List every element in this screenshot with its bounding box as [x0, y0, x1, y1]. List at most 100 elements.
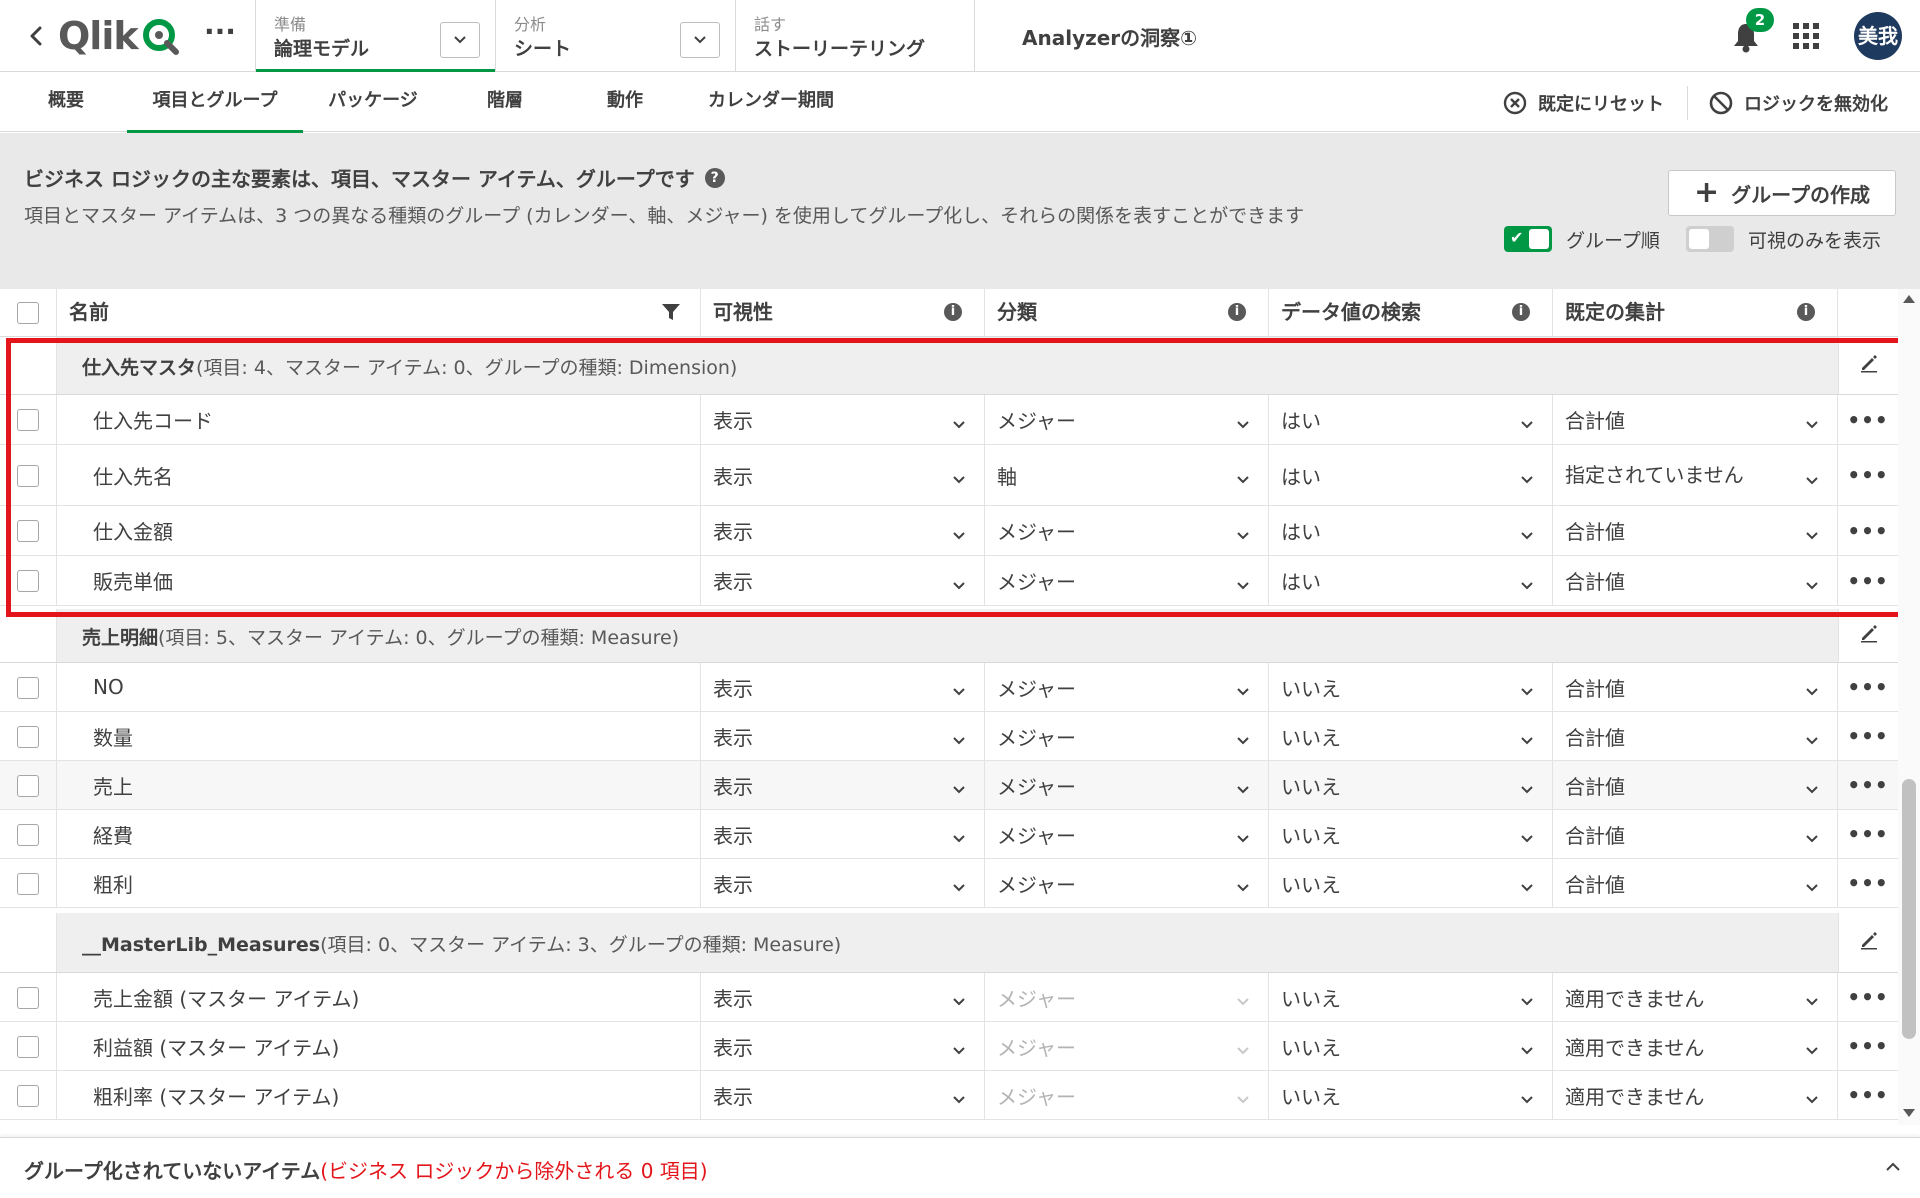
visibility-select[interactable]: 表示: [701, 663, 985, 711]
aggregation-select[interactable]: 合計値: [1553, 663, 1838, 711]
search-select[interactable]: いいえ: [1269, 859, 1553, 907]
visibility-select[interactable]: 表示: [701, 712, 985, 760]
edit-group-button[interactable]: [1838, 913, 1898, 972]
nav-analyze[interactable]: 分析 シート: [495, 0, 735, 72]
tab-hierarchy[interactable]: 階層: [460, 72, 550, 132]
app-grid-icon[interactable]: [1792, 22, 1820, 50]
row-more-button[interactable]: •••: [1838, 973, 1898, 1021]
category-select[interactable]: メジャー: [985, 506, 1269, 555]
more-menu-icon[interactable]: ···: [204, 18, 236, 50]
row-more-button[interactable]: •••: [1838, 395, 1898, 444]
visibility-select[interactable]: 表示: [701, 810, 985, 858]
row-more-button[interactable]: •••: [1838, 506, 1898, 555]
row-checkbox[interactable]: [17, 726, 39, 748]
nav-prepare-dropdown[interactable]: [440, 22, 480, 58]
edit-group-button[interactable]: [1838, 609, 1898, 662]
visibility-select[interactable]: 表示: [701, 445, 985, 505]
nav-narrate[interactable]: 話す ストーリーテリング: [735, 0, 975, 72]
row-checkbox[interactable]: [17, 775, 39, 797]
qlik-logo[interactable]: Qlik: [58, 10, 180, 62]
aggregation-select[interactable]: 合計値: [1553, 859, 1838, 907]
row-checkbox[interactable]: [17, 570, 39, 592]
search-select[interactable]: いいえ: [1269, 761, 1553, 809]
row-checkbox[interactable]: [17, 824, 39, 846]
category-select[interactable]: メジャー: [985, 663, 1269, 711]
visibility-select[interactable]: 表示: [701, 973, 985, 1021]
tab-calendar-periods[interactable]: カレンダー期間: [696, 72, 846, 132]
search-select[interactable]: いいえ: [1269, 1071, 1553, 1119]
row-more-button[interactable]: •••: [1838, 445, 1898, 505]
search-select[interactable]: いいえ: [1269, 712, 1553, 760]
scroll-up-arrow-icon[interactable]: [1903, 295, 1915, 303]
group-row[interactable]: 仕入先マスタ(項目: 4、マスター アイテム: 0、グループの種類: Dimen…: [0, 337, 1898, 395]
row-more-button[interactable]: •••: [1838, 663, 1898, 711]
aggregation-select[interactable]: 合計値: [1553, 810, 1838, 858]
group-row[interactable]: 売上明細(項目: 5、マスター アイテム: 0、グループの種類: Measure…: [0, 609, 1898, 663]
help-icon[interactable]: ?: [704, 167, 725, 188]
aggregation-select[interactable]: 合計値: [1553, 506, 1838, 555]
category-select[interactable]: メジャー: [985, 712, 1269, 760]
aggregation-select[interactable]: 適用できません: [1553, 973, 1838, 1021]
category-select[interactable]: メジャー: [985, 761, 1269, 809]
aggregation-select[interactable]: 指定されていません: [1553, 445, 1838, 505]
category-select[interactable]: 軸: [985, 445, 1269, 505]
search-select[interactable]: いいえ: [1269, 663, 1553, 711]
row-checkbox[interactable]: [17, 1036, 39, 1058]
edit-group-button[interactable]: [1838, 337, 1898, 394]
row-checkbox[interactable]: [17, 677, 39, 699]
disable-logic-button[interactable]: ロジックを無効化: [1708, 86, 1888, 120]
tab-overview[interactable]: 概要: [26, 72, 106, 132]
chevron-up-icon[interactable]: [1884, 1158, 1902, 1176]
row-more-button[interactable]: •••: [1838, 712, 1898, 760]
tab-behavior[interactable]: 動作: [580, 72, 670, 132]
search-select[interactable]: いいえ: [1269, 973, 1553, 1021]
category-select[interactable]: メジャー: [985, 556, 1269, 605]
search-select[interactable]: はい: [1269, 506, 1553, 555]
visible-only-toggle[interactable]: 可視のみを表示: [1686, 225, 1881, 253]
search-select[interactable]: いいえ: [1269, 1022, 1553, 1070]
create-group-button[interactable]: + グループの作成: [1668, 170, 1896, 216]
category-select[interactable]: メジャー: [985, 810, 1269, 858]
row-more-button[interactable]: •••: [1838, 1022, 1898, 1070]
reset-to-default-button[interactable]: 既定にリセット: [1502, 86, 1664, 120]
group-order-toggle[interactable]: ✔ グループ順: [1504, 225, 1660, 253]
search-select[interactable]: はい: [1269, 556, 1553, 605]
row-checkbox[interactable]: [17, 1085, 39, 1107]
ungrouped-items-bar[interactable]: グループ化されていないアイテム(ビジネス ロジックから除外される 0 項目): [0, 1137, 1920, 1198]
nav-analyze-dropdown[interactable]: [680, 22, 720, 58]
row-more-button[interactable]: •••: [1838, 1071, 1898, 1119]
visibility-select[interactable]: 表示: [701, 761, 985, 809]
visibility-select[interactable]: 表示: [701, 395, 985, 444]
category-select[interactable]: メジャー: [985, 859, 1269, 907]
info-icon[interactable]: i: [1228, 303, 1246, 321]
select-all-checkbox[interactable]: [17, 302, 39, 324]
search-select[interactable]: はい: [1269, 445, 1553, 505]
aggregation-select[interactable]: 適用できません: [1553, 1022, 1838, 1070]
tab-packages[interactable]: パッケージ: [313, 72, 433, 132]
group-row[interactable]: __MasterLib_Measures(項目: 0、マスター アイテム: 3、…: [0, 913, 1898, 973]
row-checkbox[interactable]: [17, 873, 39, 895]
user-avatar[interactable]: 美我: [1854, 12, 1902, 60]
row-more-button[interactable]: •••: [1838, 556, 1898, 605]
visibility-select[interactable]: 表示: [701, 506, 985, 555]
row-more-button[interactable]: •••: [1838, 859, 1898, 907]
aggregation-select[interactable]: 合計値: [1553, 395, 1838, 444]
aggregation-select[interactable]: 適用できません: [1553, 1071, 1838, 1119]
row-more-button[interactable]: •••: [1838, 810, 1898, 858]
visibility-select[interactable]: 表示: [701, 556, 985, 605]
group-order-switch[interactable]: ✔: [1504, 226, 1552, 252]
scroll-down-arrow-icon[interactable]: [1903, 1109, 1915, 1117]
aggregation-select[interactable]: 合計値: [1553, 712, 1838, 760]
visibility-select[interactable]: 表示: [701, 859, 985, 907]
tab-fields-groups[interactable]: 項目とグループ: [127, 72, 303, 133]
row-checkbox[interactable]: [17, 409, 39, 431]
visibility-select[interactable]: 表示: [701, 1022, 985, 1070]
info-icon[interactable]: i: [1512, 303, 1530, 321]
info-icon[interactable]: i: [944, 303, 962, 321]
row-checkbox[interactable]: [17, 987, 39, 1009]
header-name[interactable]: 名前: [57, 289, 701, 337]
info-icon[interactable]: i: [1797, 303, 1815, 321]
row-checkbox[interactable]: [17, 465, 39, 487]
row-checkbox[interactable]: [17, 520, 39, 542]
nav-prepare[interactable]: 準備 論理モデル: [255, 0, 495, 73]
